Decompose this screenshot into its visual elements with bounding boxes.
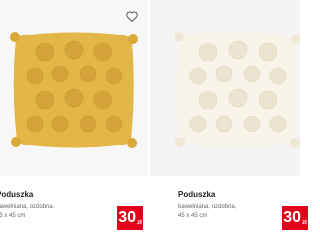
- product-description: bawełniana, ozdobna, 45 x 45 cm: [178, 203, 236, 221]
- white-pillow-image: [150, 0, 300, 176]
- product-material: bawełniana, ozdobna,: [178, 204, 237, 210]
- product-size: 45 x 45 cm: [0, 213, 26, 219]
- price-currency: zł: [302, 220, 307, 226]
- price-currency: zł: [137, 220, 142, 226]
- product-card[interactable]: Poduszka bawełniana, ozdobna, 45 x 45 cm…: [150, 0, 308, 250]
- product-image[interactable]: [150, 0, 300, 176]
- product-size: 45 x 45 cm: [178, 213, 208, 219]
- price-badge: 30 zł: [117, 206, 143, 230]
- price-badge: 30 zł: [282, 206, 308, 230]
- favorite-heart-icon[interactable]: [124, 8, 140, 24]
- price-value: 30: [118, 209, 137, 226]
- price-value: 30: [283, 209, 302, 226]
- yellow-pillow-image: [0, 0, 148, 176]
- product-card[interactable]: Poduszka bawełniana, ozdobna, 45 x 45 cm…: [0, 0, 148, 250]
- product-image[interactable]: [0, 0, 148, 176]
- product-name[interactable]: Poduszka: [0, 190, 33, 199]
- product-description: bawełniana, ozdobna, 45 x 45 cm: [0, 203, 54, 221]
- product-name[interactable]: Poduszka: [178, 190, 215, 199]
- product-material: bawełniana, ozdobna,: [0, 204, 55, 210]
